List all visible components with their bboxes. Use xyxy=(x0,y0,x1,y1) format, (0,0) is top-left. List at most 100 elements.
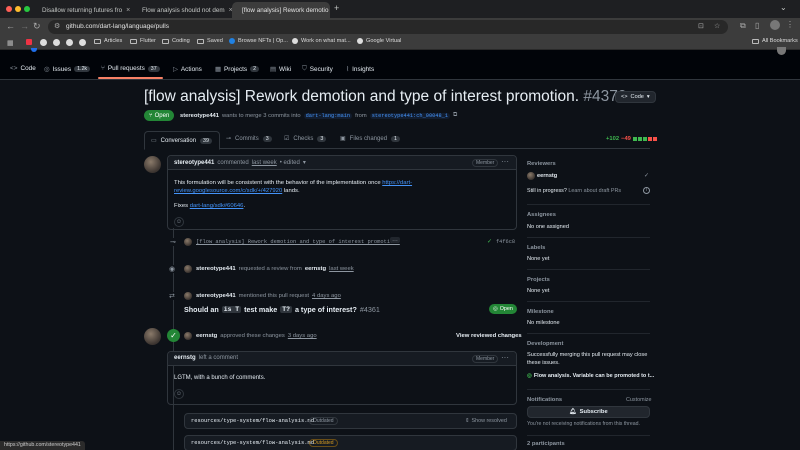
tab-code[interactable]: <> Code xyxy=(10,65,36,72)
reviewer-name[interactable]: eernstg xyxy=(305,266,326,272)
avatar[interactable] xyxy=(527,172,535,180)
more-options-icon[interactable]: ··· xyxy=(501,157,509,166)
event-time[interactable]: 3 days ago xyxy=(288,333,317,339)
reviewers-heading[interactable]: Reviewers xyxy=(527,161,556,167)
bookmark-star-icon[interactable]: ☆ xyxy=(714,22,720,30)
reload-icon[interactable]: ↻ xyxy=(33,21,41,32)
user-avatar[interactable] xyxy=(777,47,786,55)
base-branch[interactable]: dart-lang:main xyxy=(303,112,353,119)
tab-security[interactable]: ⛉ Security xyxy=(302,65,333,73)
bookmark-nfts[interactable]: Browse NFTs | Op... xyxy=(229,38,288,44)
github-icon[interactable] xyxy=(53,39,60,46)
avatar[interactable] xyxy=(184,265,192,273)
pr-author[interactable]: stereotype441 xyxy=(180,113,219,119)
browser-tab[interactable]: Flow analysis should not dem × xyxy=(132,2,232,18)
commit-message[interactable]: [flow analysis] Rework demotion and type… xyxy=(196,239,400,245)
profile-avatar[interactable] xyxy=(770,20,780,30)
github-icon[interactable] xyxy=(40,39,47,46)
reviewer-name[interactable]: eernstg xyxy=(537,173,557,179)
development-heading[interactable]: Development xyxy=(527,341,563,347)
tab-conversation[interactable]: ▭ Conversation 39 xyxy=(144,131,220,150)
close-window-button[interactable] xyxy=(6,6,12,12)
event-time[interactable]: 4 days ago xyxy=(312,293,341,299)
minimize-window-button[interactable] xyxy=(15,6,21,12)
sidebar-icon[interactable]: ▯ xyxy=(755,21,759,30)
review-thread-file[interactable]: resources/type-system/flow-analysis.md O… xyxy=(184,435,517,450)
tab-pull-requests[interactable]: ⑂ Pull requests 37 xyxy=(98,65,163,79)
file-path[interactable]: resources/type-system/flow-analysis.md xyxy=(191,418,314,424)
head-branch[interactable]: stereotype441:ch_00048_1 xyxy=(369,112,451,119)
mentioned-issue[interactable]: Should an is T test make T? a type of in… xyxy=(184,305,380,314)
labels-heading[interactable]: Labels xyxy=(527,245,545,251)
review-thread-file[interactable]: resources/type-system/flow-analysis.md O… xyxy=(184,413,517,429)
bookmark-favicon-icon[interactable] xyxy=(26,39,32,45)
chevron-down-icon[interactable]: ▾ xyxy=(303,159,306,166)
event-author[interactable]: eernstg xyxy=(196,333,217,339)
tab-files-changed[interactable]: ▣ Files changed 1 xyxy=(340,135,400,142)
copy-icon[interactable]: ⧉ xyxy=(453,112,457,119)
milestone-heading[interactable]: Milestone xyxy=(527,309,554,315)
close-tab-icon[interactable]: × xyxy=(126,7,130,14)
tab-wiki[interactable]: ▤ Wiki xyxy=(270,65,291,74)
new-tab-button[interactable]: + xyxy=(334,3,339,13)
menu-icon[interactable]: ⋮ xyxy=(786,20,794,29)
event-author[interactable]: stereotype441 xyxy=(196,293,236,299)
assignees-heading[interactable]: Assignees xyxy=(527,212,556,218)
comment-author[interactable]: eernstg xyxy=(174,355,196,361)
info-icon[interactable]: i xyxy=(643,187,650,194)
site-info-icon[interactable]: ⚙ xyxy=(54,22,60,30)
customize-link[interactable]: Customize xyxy=(626,397,651,403)
more-options-icon[interactable]: ··· xyxy=(501,353,509,362)
tab-actions[interactable]: ▷ Actions xyxy=(173,65,202,74)
subscribe-button[interactable]: 🔔︎ Subscribe xyxy=(527,406,650,418)
tab-insights[interactable]: ⌇ Insights xyxy=(346,65,374,74)
apps-icon[interactable]: ▦ xyxy=(7,39,14,47)
tab-search-icon[interactable]: ⌄ xyxy=(780,3,787,12)
bookmark-coding[interactable]: Coding xyxy=(162,38,190,44)
event-time[interactable]: last week xyxy=(329,266,354,272)
cast-icon[interactable]: ⧉ xyxy=(740,21,746,31)
commit-sha[interactable]: f4f6c8 xyxy=(496,239,515,245)
file-path[interactable]: resources/type-system/flow-analysis.md xyxy=(191,440,314,446)
back-icon[interactable]: ← xyxy=(6,21,15,31)
forward-icon[interactable]: → xyxy=(20,21,29,31)
avatar[interactable] xyxy=(144,328,161,345)
expand-commit-button[interactable]: … xyxy=(390,237,400,243)
linked-issue[interactable]: ◎ Flow analysis. Variable can be promote… xyxy=(527,373,654,379)
comment-time[interactable]: last week xyxy=(252,160,277,166)
check-icon[interactable]: ✓ xyxy=(487,238,492,245)
avatar[interactable] xyxy=(184,238,192,246)
edited-dropdown[interactable]: • edited xyxy=(280,160,300,166)
bookmark-saved[interactable]: Saved xyxy=(197,38,223,44)
install-icon[interactable]: ⊡ xyxy=(698,22,704,30)
event-author[interactable]: stereotype441 xyxy=(196,266,236,272)
add-reaction-icon[interactable]: ☺ xyxy=(174,217,184,227)
add-reaction-icon[interactable]: ☺ xyxy=(174,389,184,399)
github-icon[interactable] xyxy=(79,39,86,46)
tab-projects[interactable]: ▦ Projects 2 xyxy=(215,65,260,73)
bookmark-flutter[interactable]: Flutter xyxy=(130,38,156,44)
view-reviewed-changes-button[interactable]: View reviewed changes xyxy=(456,333,522,339)
show-resolved-button[interactable]: ⇕ Show resolved xyxy=(465,418,507,424)
bookmark-articles[interactable]: Articles xyxy=(94,38,122,44)
issue-link[interactable]: dart-lang/sdk#60646 xyxy=(190,203,244,209)
comment-author[interactable]: stereotype441 xyxy=(174,160,214,166)
linked-issue-title[interactable]: Flow analysis. Variable can be promoted … xyxy=(534,373,654,379)
github-icon[interactable] xyxy=(66,39,73,46)
all-bookmarks[interactable]: All Bookmarks xyxy=(752,38,798,44)
avatar[interactable] xyxy=(144,156,161,173)
bookmark-work[interactable]: Work on what mat... xyxy=(292,38,351,44)
draft-link[interactable]: Learn about draft PRs xyxy=(568,188,621,194)
code-button[interactable]: <> Code ▾ xyxy=(615,91,656,103)
avatar[interactable] xyxy=(184,292,192,300)
browser-tab[interactable]: Disallow returning futures fro × xyxy=(32,2,132,18)
avatar[interactable] xyxy=(184,332,192,340)
tab-checks[interactable]: ☑ Checks 3 xyxy=(284,135,327,142)
tab-commits[interactable]: ⊸ Commits 3 xyxy=(226,135,272,142)
address-bar[interactable]: ⚙ github.com/dart-lang/language/pulls ⊡ … xyxy=(48,20,728,34)
browser-tab-active[interactable]: [flow analysis] Rework demotio × xyxy=(232,2,330,18)
url-text[interactable]: github.com/dart-lang/language/pulls xyxy=(66,23,169,30)
tab-issues[interactable]: ◎ Issues 1.2k xyxy=(44,65,91,73)
maximize-window-button[interactable] xyxy=(24,6,30,12)
bookmark-google-virtual[interactable]: Google Virtual xyxy=(357,38,401,44)
